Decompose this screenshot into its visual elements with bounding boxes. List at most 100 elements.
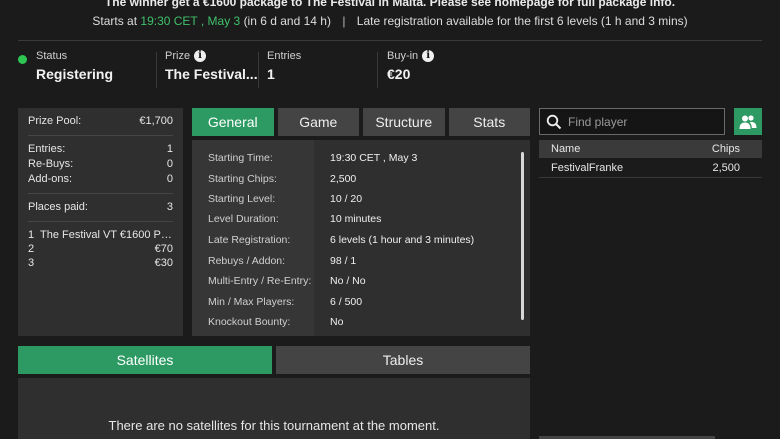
status-indicator-icon <box>18 55 27 64</box>
entries-row: Entries: 1 <box>28 142 173 157</box>
general-row-key: Starting Level: <box>208 193 276 205</box>
tab-game[interactable]: Game <box>277 108 359 136</box>
tab-structure[interactable]: Structure <box>363 108 445 136</box>
info-separator <box>258 52 259 88</box>
general-row-key: Late Registration: <box>208 234 291 246</box>
starts-prefix: Starts at <box>92 14 138 28</box>
prize-summary-panel: Prize Pool: €1,700 Entries: 1 Re-Buys: 0… <box>18 108 183 336</box>
general-row: Starting Level: 10 / 20 <box>192 189 530 209</box>
tab-general[interactable]: General <box>192 108 274 136</box>
prize-row: 3 €30 <box>28 256 173 270</box>
tab-tables[interactable]: Tables <box>276 346 530 374</box>
general-row: Min / Max Players: 6 / 500 <box>192 292 530 312</box>
prize-info-icon[interactable]: i <box>194 50 207 62</box>
tournament-tabs: General Game Structure Stats <box>192 108 530 136</box>
status-value: Registering <box>36 66 114 82</box>
general-row-value: 10 / 20 <box>330 193 363 205</box>
general-row: Rebuys / Addon: 98 / 1 <box>192 251 530 271</box>
general-row-value: No <box>330 316 344 328</box>
status-cell: Status Registering <box>18 50 156 90</box>
rebuys-label: Re-Buys: <box>28 158 74 170</box>
player-chips: 2,500 <box>712 162 740 174</box>
general-scrollbar[interactable] <box>521 152 524 320</box>
general-row-key: Rebuys / Addon: <box>208 255 286 267</box>
addons-value: 0 <box>166 173 173 185</box>
find-player-input[interactable] <box>568 112 718 132</box>
places-paid-row: Places paid: 3 <box>28 200 173 215</box>
general-row: Late Registration: 6 levels (1 hour and … <box>192 230 530 250</box>
info-separator <box>156 52 157 88</box>
late-registration-info: Late registration available for the firs… <box>356 14 688 28</box>
addons-label: Add-ons: <box>28 173 73 185</box>
general-row: Knockout Bounty: No <box>192 312 530 332</box>
starts-time: 19:30 CET , May 3 <box>140 14 241 28</box>
rebuys-row: Re-Buys: 0 <box>28 157 173 172</box>
general-row-value: 98 / 1 <box>330 255 357 267</box>
addons-row: Add-ons: 0 <box>28 172 173 187</box>
search-icon <box>546 114 562 130</box>
general-row-value: 10 minutes <box>330 213 382 225</box>
banner-separator: | <box>342 14 346 28</box>
general-row-value: 6 / 500 <box>330 296 363 308</box>
banner-start-info: Starts at 19:30 CET , May 3 (in 6 d and … <box>0 14 780 28</box>
header-divider <box>18 40 762 41</box>
tab-satellites[interactable]: Satellites <box>18 346 272 374</box>
buyin-label: Buy-in <box>387 50 419 62</box>
general-row: Level Duration: 10 minutes <box>192 209 530 229</box>
find-player-search <box>539 108 725 135</box>
general-row: Multi-Entry / Re-Entry: No / No <box>192 271 530 291</box>
general-row-key: Level Duration: <box>208 213 279 225</box>
prize-name <box>40 256 137 270</box>
summary-divider <box>28 193 173 194</box>
general-row-key: Min / Max Players: <box>208 296 295 308</box>
entries-cell: Entries 1 <box>267 50 367 90</box>
entries-row-value: 1 <box>166 143 173 155</box>
buyin-cell: Buy-in i €20 <box>387 50 487 90</box>
tab-stats[interactable]: Stats <box>448 108 530 136</box>
buyin-value: €20 <box>387 66 411 82</box>
general-row-key: Starting Time: <box>208 152 273 164</box>
starts-countdown: (in 6 d and 14 h) <box>243 14 331 28</box>
no-satellites-message: There are no satellites for this tournam… <box>108 418 440 433</box>
prize-position: 2 <box>28 243 35 255</box>
summary-divider <box>28 135 173 136</box>
prize-amount: €30 <box>154 257 173 269</box>
column-chips[interactable]: Chips <box>712 140 740 158</box>
general-row-value: No / No <box>330 275 366 287</box>
players-table-header: Name Chips <box>539 140 762 158</box>
entries-row-label: Entries: <box>28 143 66 155</box>
prize-label: Prize <box>165 50 191 62</box>
table-row[interactable]: FestivalFranke 2,500 <box>539 158 762 178</box>
general-row-key: Multi-Entry / Re-Entry: <box>208 275 312 287</box>
banner-package-info: The winner get a €1600 package to The Fe… <box>104 0 676 9</box>
buyin-info-icon[interactable]: i <box>422 50 435 62</box>
general-info-panel: Starting Time: 19:30 CET , May 3 Startin… <box>192 140 530 336</box>
status-label: Status <box>36 50 68 62</box>
entries-value: 1 <box>267 66 275 82</box>
summary-divider <box>28 221 173 222</box>
prize-amount: €70 <box>154 243 173 255</box>
prize-row: 1 The Festival VT €1600 Packa... <box>28 228 173 242</box>
prize-pool-value: €1,700 <box>139 115 173 127</box>
general-row-value: 6 levels (1 hour and 3 minutes) <box>330 234 475 246</box>
general-row-key: Starting Chips: <box>208 173 277 185</box>
general-row: Starting Time: 19:30 CET , May 3 <box>192 148 530 168</box>
player-name: FestivalFranke <box>551 162 624 174</box>
places-paid-label: Places paid: <box>28 201 88 213</box>
general-row-value: 19:30 CET , May 3 <box>330 152 418 164</box>
entries-label: Entries <box>267 50 302 62</box>
tournament-info-bar: Status Registering Prize i The Festival.… <box>18 44 762 96</box>
bottom-tabs: Satellites Tables <box>18 346 530 374</box>
column-name[interactable]: Name <box>551 140 580 158</box>
rebuys-value: 0 <box>166 158 173 170</box>
prize-pool-row: Prize Pool: €1,700 <box>28 114 173 129</box>
prize-cell: Prize i The Festival... <box>165 50 258 90</box>
my-players-button[interactable] <box>734 108 762 135</box>
prize-pool-label: Prize Pool: <box>28 115 82 127</box>
prize-position: 3 <box>28 257 35 269</box>
satellites-panel: There are no satellites for this tournam… <box>18 378 530 439</box>
general-row: Starting Chips: 2,500 <box>192 169 530 189</box>
tournament-banner: The winner get a €1600 package to The Fe… <box>0 0 780 34</box>
prize-row: 2 €70 <box>28 242 173 256</box>
prize-name <box>40 242 137 256</box>
